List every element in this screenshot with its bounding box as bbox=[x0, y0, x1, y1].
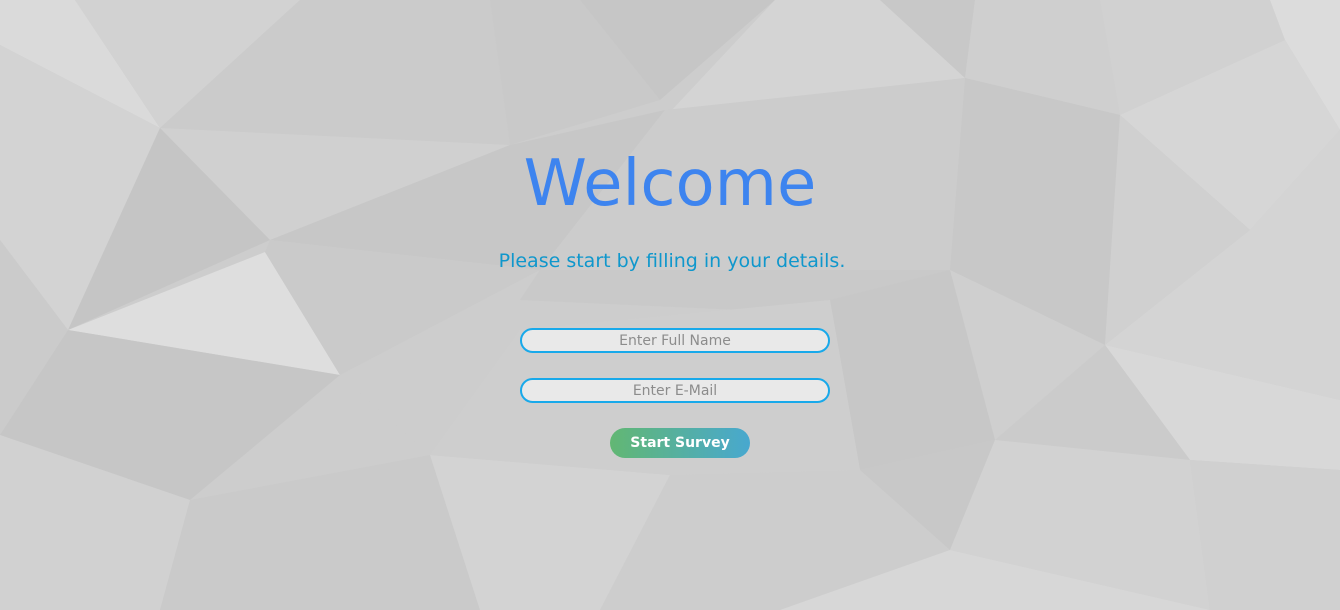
start-survey-button[interactable]: Start Survey bbox=[610, 428, 750, 458]
page-subtitle: Please start by filling in your details. bbox=[498, 250, 846, 272]
full-name-input[interactable] bbox=[520, 328, 830, 353]
welcome-page: Welcome Please start by filling in your … bbox=[0, 0, 1340, 610]
email-input[interactable] bbox=[520, 378, 830, 403]
page-title: Welcome bbox=[523, 147, 817, 221]
